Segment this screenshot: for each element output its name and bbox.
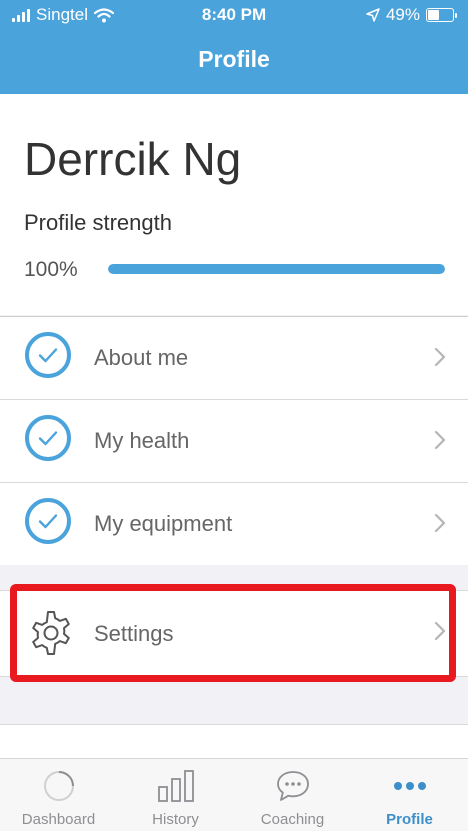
tab-history-label: History [152, 811, 199, 828]
my-equipment-item[interactable]: My equipment [0, 482, 468, 565]
profile-strength-bar-fill [108, 264, 445, 274]
top-header: Singtel 8:40 PM 49% Profile [0, 0, 468, 94]
check-circle-icon [25, 498, 71, 544]
bottom-tab-bar: Dashboard History Coaching Profile [0, 758, 468, 831]
tab-dashboard-label: Dashboard [21, 811, 96, 828]
check-circle-icon [25, 332, 71, 378]
profile-strength-value: 100% [24, 258, 78, 281]
my-health-label: My health [94, 428, 190, 453]
my-health-item[interactable]: My health [0, 399, 468, 482]
chevron-right-icon [434, 430, 446, 450]
profile-card: Derrcik Ng Profile strength 100% [0, 94, 468, 315]
about-me-label: About me [94, 345, 189, 370]
tab-profile-label: Profile [386, 811, 433, 828]
history-icon [157, 770, 194, 802]
settings-label: Settings [94, 621, 174, 646]
battery-icon [426, 8, 457, 22]
tab-coaching-label: Coaching [260, 811, 325, 828]
coaching-icon [276, 771, 309, 801]
profile-sections-list: About me My health My equipment [0, 316, 468, 565]
status-bar: Singtel 8:40 PM 49% [0, 0, 468, 34]
chevron-right-icon [434, 347, 446, 367]
profile-name: Derrcik Ng [24, 133, 242, 185]
dashboard-icon [43, 771, 74, 801]
tab-dashboard[interactable]: Dashboard [0, 759, 117, 831]
tab-profile[interactable]: Profile [351, 759, 468, 831]
check-circle-icon [25, 415, 71, 461]
profile-strength-label: Profile strength [24, 210, 172, 235]
chevron-right-icon [434, 621, 446, 641]
gear-icon [32, 611, 70, 655]
profile-strength-bar [108, 264, 445, 274]
battery-percent: 49% [385, 5, 420, 24]
about-me-item[interactable]: About me [0, 316, 468, 399]
settings-item[interactable]: Settings [0, 590, 468, 677]
profile-icon [393, 782, 426, 790]
tab-coaching[interactable]: Coaching [234, 759, 351, 831]
page-title: Profile [198, 46, 270, 72]
location-arrow-icon [366, 8, 380, 22]
chevron-right-icon [434, 513, 446, 533]
tab-history[interactable]: History [117, 759, 234, 831]
my-equipment-label: My equipment [94, 511, 233, 536]
